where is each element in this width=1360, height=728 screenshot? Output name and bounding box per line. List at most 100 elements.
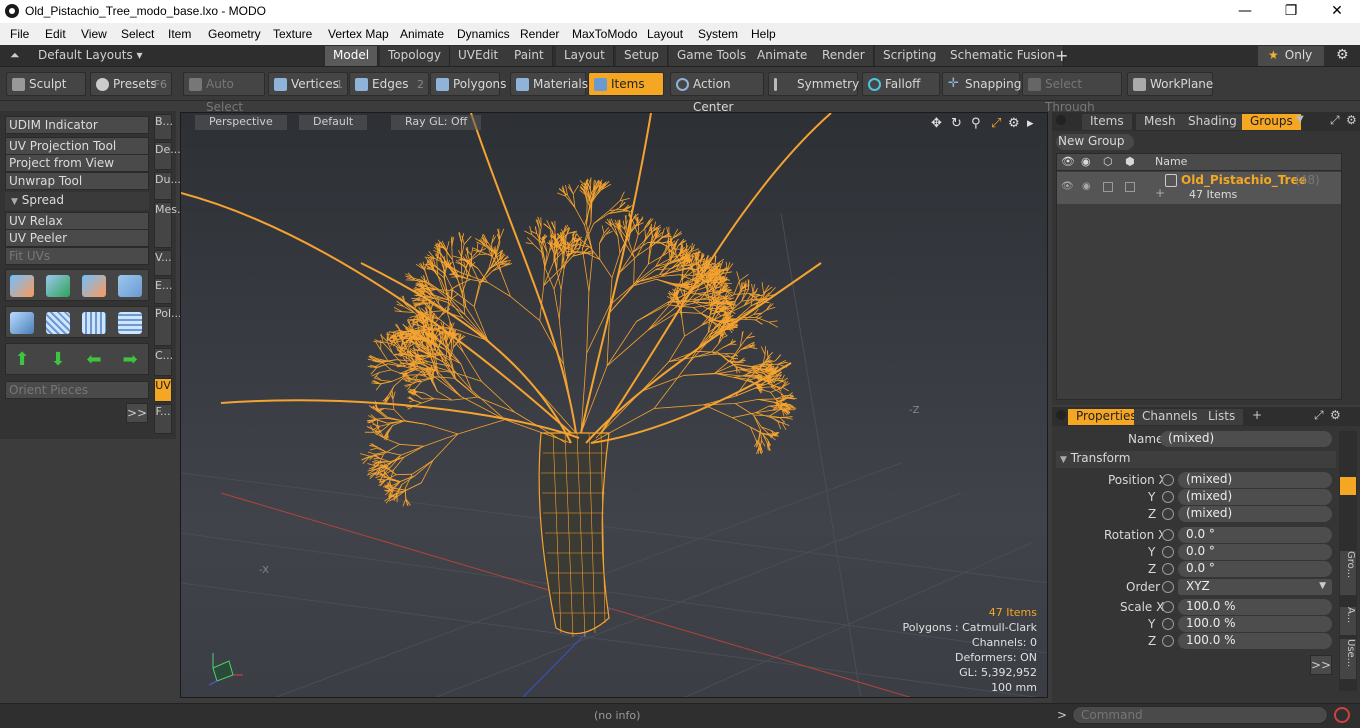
position-x-dot[interactable] <box>1162 474 1174 486</box>
group-row[interactable]: 👁 ◉ + Old_Pistachio_Tree (48) 47 Items <box>1057 172 1341 204</box>
tab-channels[interactable]: Channels <box>1134 409 1206 425</box>
vtab-edge[interactable]: E... <box>154 278 172 304</box>
project-from-view-button[interactable]: Project from View <box>5 154 149 172</box>
menu-render[interactable]: Render <box>520 27 559 41</box>
group-render-icon[interactable]: ◉ <box>1082 181 1091 192</box>
side-tab-groups[interactable]: Gro... <box>1340 551 1356 595</box>
rotation-z-field[interactable]: 0.0 ° <box>1178 561 1332 577</box>
position-y-dot[interactable] <box>1162 491 1174 503</box>
menu-help[interactable]: Help <box>751 27 776 41</box>
tab-layout[interactable]: Layout <box>556 46 614 66</box>
rotation-z-dot[interactable] <box>1162 563 1174 575</box>
menu-geometry[interactable]: Geometry <box>208 27 261 41</box>
3d-viewport[interactable]: Perspective Default Ray GL: Off ✥ ↻ ⚲ ⤢ … <box>180 112 1048 698</box>
rotate-view-icon[interactable]: ↻ <box>951 116 962 131</box>
tab-shading[interactable]: Shading <box>1180 114 1245 130</box>
vtab-curve[interactable]: C... <box>154 348 173 376</box>
vtab-vertex[interactable]: V... <box>154 250 172 276</box>
order-dot[interactable] <box>1162 581 1174 593</box>
maximize-icon[interactable]: ❐ <box>1268 0 1314 23</box>
menu-item[interactable]: Item <box>168 27 191 41</box>
vtab-uv[interactable]: UV <box>154 378 172 402</box>
scale-x-dot[interactable] <box>1162 601 1174 613</box>
tab-groups[interactable]: Groups <box>1242 114 1301 130</box>
menu-vertex-map[interactable]: Vertex Map <box>328 27 389 41</box>
layout-up-icon[interactable]: ⏶ <box>10 48 20 63</box>
menu-system[interactable]: System <box>698 27 738 41</box>
scale-z-field[interactable]: 100.0 % <box>1178 633 1332 649</box>
side-tab-user[interactable]: Use... <box>1340 639 1356 679</box>
orient-pieces-button[interactable]: Orient Pieces <box>5 381 149 399</box>
scale-y-dot[interactable] <box>1162 618 1174 630</box>
falloff-button[interactable]: Falloff <box>862 72 940 96</box>
vtab-polygon[interactable]: Pol... <box>154 306 182 346</box>
tab-uvedit[interactable]: UVEdit <box>450 46 508 66</box>
tab-menu-icon[interactable]: ▼ <box>1296 114 1304 125</box>
uv-perspective-icon[interactable] <box>82 312 106 334</box>
group-visibility-icon[interactable]: 👁 <box>1061 181 1074 192</box>
menu-texture[interactable]: Texture <box>273 27 312 41</box>
rotation-x-dot[interactable] <box>1162 529 1174 541</box>
vtab-mesh-edit[interactable]: Mes... <box>154 202 187 248</box>
view-type-label[interactable]: Perspective <box>195 115 287 130</box>
materials-button[interactable]: Materials <box>510 72 588 96</box>
align-up-icon[interactable]: ⬆ <box>10 349 34 371</box>
rotation-x-field[interactable]: 0.0 ° <box>1178 527 1332 543</box>
edges-button[interactable]: Edges 2 <box>349 72 429 96</box>
add-tab-button[interactable]: + <box>1055 46 1068 65</box>
panel-settings-icon[interactable]: ⚙ <box>1346 113 1357 127</box>
zoom-icon[interactable]: ⚲ <box>971 116 981 131</box>
shading-label[interactable]: Default <box>299 115 368 130</box>
only-button[interactable]: ★ Only <box>1258 46 1324 66</box>
uv-box-icon[interactable] <box>118 275 142 297</box>
viewport-settings-icon[interactable]: ⚙ <box>1008 116 1020 131</box>
panel-expand-icon[interactable]: ⤢ <box>1330 113 1340 128</box>
vtab-deform[interactable]: De... <box>154 142 181 170</box>
add-tab-icon[interactable]: + <box>1252 408 1262 422</box>
uv-grid-icon[interactable] <box>46 312 70 334</box>
udim-indicator-button[interactable]: UDIM Indicator <box>5 116 149 134</box>
symmetry-button[interactable]: Symmetry <box>768 72 859 96</box>
menu-dynamics[interactable]: Dynamics <box>457 27 510 41</box>
menu-view[interactable]: View <box>81 27 107 41</box>
uv-scale-icon[interactable] <box>82 275 106 297</box>
rotation-y-dot[interactable] <box>1162 546 1174 558</box>
uv-peeler-button[interactable]: UV Peeler <box>5 229 149 247</box>
tab-schematic-fusion[interactable]: Schematic Fusion <box>942 46 1065 66</box>
menu-edit[interactable]: Edit <box>45 27 66 41</box>
fit-view-icon[interactable]: ⤢ <box>991 116 1001 131</box>
fit-uvs-button[interactable]: Fit UVs <box>5 247 149 265</box>
record-icon[interactable] <box>1334 707 1350 723</box>
side-tab-a[interactable]: A... <box>1340 607 1356 635</box>
position-y-field[interactable]: (mixed) <box>1178 489 1332 505</box>
items-button[interactable]: Items <box>588 72 664 96</box>
pan-icon[interactable]: ✥ <box>931 116 942 131</box>
sculpt-button[interactable]: Sculpt <box>6 72 86 96</box>
transform-section[interactable]: ▼ Transform <box>1056 451 1336 468</box>
more-properties-button[interactable]: >> <box>1310 655 1332 675</box>
tab-topology[interactable]: Topology <box>380 46 450 66</box>
name-field[interactable]: (mixed) <box>1160 431 1332 447</box>
uv-sphere-icon[interactable] <box>118 312 142 334</box>
order-select[interactable]: XYZ ▼ <box>1178 579 1332 595</box>
layout-selector[interactable]: Default Layouts ▾ <box>38 48 143 62</box>
group-lock-checkbox[interactable] <box>1103 182 1113 192</box>
spread-section[interactable]: ▼ Spread <box>5 192 149 210</box>
close-icon[interactable]: ✕ <box>1314 0 1360 23</box>
align-left-icon[interactable]: ⬅ <box>82 349 106 371</box>
vertices-button[interactable]: Vertices 1 <box>268 72 348 96</box>
tab-paint[interactable]: Paint <box>506 46 553 66</box>
panel-expand-icon[interactable]: ⤢ <box>1314 408 1324 423</box>
align-down-icon[interactable]: ⬇ <box>46 349 70 371</box>
align-right-icon[interactable]: ➡ <box>118 349 142 371</box>
action-center-button[interactable]: Action Center <box>670 72 764 114</box>
unwrap-tool-button[interactable]: Unwrap Tool <box>5 172 149 190</box>
tab-scripting[interactable]: Scripting <box>875 46 946 66</box>
position-z-dot[interactable] <box>1162 508 1174 520</box>
vtab-fusion[interactable]: F... <box>154 404 172 434</box>
workplane-button[interactable]: WorkPlane <box>1127 72 1213 96</box>
raygl-label[interactable]: Ray GL: Off <box>391 115 482 130</box>
tab-setup[interactable]: Setup <box>616 46 668 66</box>
new-group-button[interactable]: New Group <box>1056 134 1134 150</box>
expand-plus-icon[interactable]: + <box>1155 186 1165 200</box>
